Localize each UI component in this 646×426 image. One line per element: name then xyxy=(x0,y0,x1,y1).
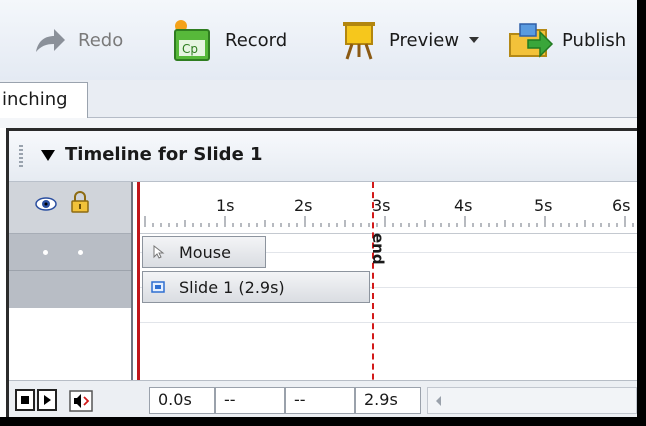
audio-button[interactable] xyxy=(69,389,93,413)
play-icon xyxy=(44,395,51,405)
end-marker-label: end xyxy=(369,233,387,265)
track-guide xyxy=(140,322,637,323)
timeline-panel-header[interactable]: Timeline for Slide 1 xyxy=(9,131,637,182)
time-field-2[interactable]: -- xyxy=(215,387,285,414)
stop-icon xyxy=(21,396,29,404)
track-label-slide: Slide 1 (2.9s) xyxy=(179,277,285,297)
chevron-down-icon[interactable] xyxy=(468,36,480,44)
tick-label-6s: 6s xyxy=(612,196,631,215)
mouse-pointer-icon xyxy=(153,245,165,259)
record-button[interactable]: Cp Record xyxy=(171,0,287,80)
tick-label-5s: 5s xyxy=(534,196,553,215)
drag-grip-icon[interactable] xyxy=(19,145,23,169)
duration-field[interactable]: 2.9s xyxy=(355,387,421,414)
preview-button[interactable]: Preview xyxy=(343,0,480,80)
track-block-mouse[interactable]: Mouse xyxy=(142,236,266,268)
slide-icon xyxy=(151,281,165,293)
layer-row-mouse-controls xyxy=(9,234,131,271)
publish-icon xyxy=(509,23,554,58)
timeline-controls-bar: 0.0s -- -- 2.9s xyxy=(9,380,637,420)
stop-button[interactable] xyxy=(15,389,35,411)
record-label: Record xyxy=(225,29,288,51)
visibility-dot[interactable] xyxy=(43,250,48,255)
panel-gap xyxy=(0,118,637,128)
time-ruler[interactable]: 1s 2s 3s 4s 5s 6s xyxy=(140,182,637,234)
easel-icon xyxy=(343,22,375,60)
time-field-3[interactable]: -- xyxy=(285,387,355,414)
tick-label-3s: 3s xyxy=(372,196,391,215)
collapse-triangle-icon[interactable] xyxy=(41,150,55,161)
window-frame-right xyxy=(637,0,646,426)
track-label-mouse: Mouse xyxy=(179,242,231,262)
timeline-tracks: Mouse Slide 1 (2.9s) xyxy=(140,234,637,380)
play-button[interactable] xyxy=(37,389,57,411)
layer-controls-header xyxy=(9,182,131,234)
tick-label-2s: 2s xyxy=(294,196,313,215)
record-icon: Cp xyxy=(174,20,210,61)
timeline-title: Timeline for Slide 1 xyxy=(65,144,263,165)
layer-row-slide-controls xyxy=(9,271,131,308)
eye-icon[interactable] xyxy=(35,197,57,211)
toolbar: Redo Cp Record Preview Publish xyxy=(0,0,637,80)
publish-label: Publish xyxy=(562,29,627,51)
publish-button[interactable]: Publish xyxy=(508,0,626,80)
svg-text:Cp: Cp xyxy=(182,42,198,56)
layer-controls xyxy=(9,182,131,380)
tab-branching[interactable]: inching xyxy=(0,82,88,118)
tick-label-1s: 1s xyxy=(216,196,235,215)
track-block-slide[interactable]: Slide 1 (2.9s) xyxy=(142,271,370,303)
tick-label-4s: 4s xyxy=(454,196,473,215)
horizontal-scrollbar[interactable] xyxy=(427,387,637,414)
lock-icon[interactable] xyxy=(71,191,89,213)
window-frame-bottom xyxy=(0,417,646,426)
speaker-icon xyxy=(69,390,93,412)
current-time-field[interactable]: 0.0s xyxy=(149,387,215,414)
preview-label: Preview xyxy=(389,29,460,51)
redo-icon xyxy=(36,29,65,52)
redo-label: Redo xyxy=(78,29,124,51)
tab-bar: inching xyxy=(0,80,637,118)
lock-dot[interactable] xyxy=(78,250,83,255)
timeline-panel: Timeline for Slide 1 1s 2s 3s 4s 5s 6s M… xyxy=(6,128,637,420)
scroll-left-icon[interactable] xyxy=(434,395,442,407)
redo-button[interactable]: Redo xyxy=(32,0,123,80)
